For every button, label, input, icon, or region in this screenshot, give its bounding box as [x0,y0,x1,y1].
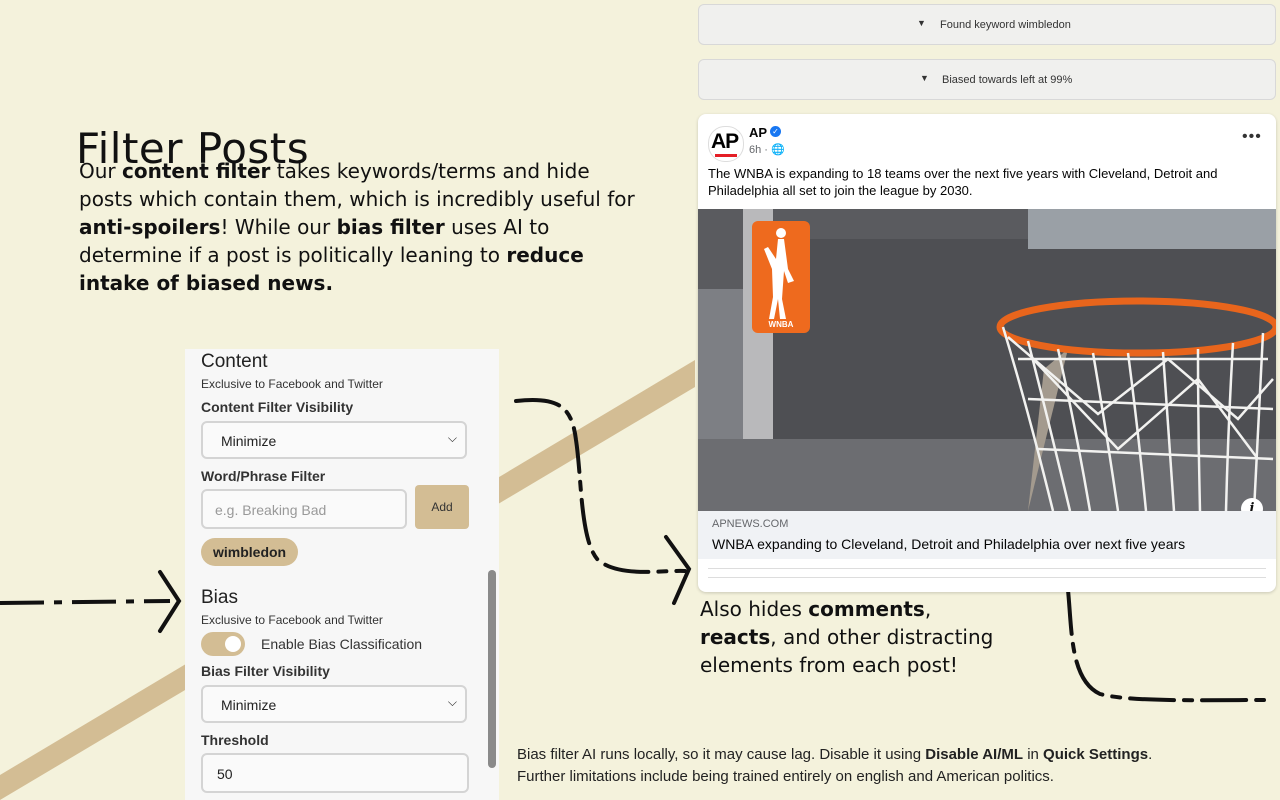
content-section-subtitle: Exclusive to Facebook and Twitter [201,377,383,391]
collapsed-post-bias-text: Biased towards left at 99% [942,74,1073,86]
collapsed-post-keyword-text: Found keyword wimbledon [940,19,1071,31]
wnba-logo-text: WNBA [769,320,794,329]
footer-note: Bias filter AI runs locally, so it may c… [517,746,1153,785]
threshold-value: 50 [217,766,233,782]
post-page-name[interactable]: AP [749,125,767,140]
facebook-post: AP AP ✓ 6h · 🌐 ••• The WNBA is expanding… [698,114,1276,592]
collapsed-post-bias[interactable]: ▼ Biased towards left at 99% [698,59,1276,100]
link-title: WNBA expanding to Cleveland, Detroit and… [712,536,1186,552]
add-keyword-button[interactable]: Add [415,485,469,529]
threshold-input[interactable]: 50 [201,753,469,793]
word-filter-input[interactable]: e.g. Breaking Bad [201,489,407,529]
content-visibility-label: Content Filter Visibility [201,399,354,415]
ap-logo-text: AP [711,130,739,153]
bias-section-title: Bias [201,587,238,608]
link-domain: APNEWS.COM [712,518,789,530]
caret-down-icon: ▼ [920,73,929,83]
arrow-left-dashed [0,599,171,605]
word-filter-label: Word/Phrase Filter [201,468,326,484]
caret-down-icon: ▼ [917,18,926,28]
globe-icon: 🌐 [771,144,785,156]
post-meta: 6h · 🌐 [749,143,785,156]
intro-paragraph: Our content filter takes keywords/terms … [79,159,635,295]
divider [708,577,1266,578]
bias-visibility-label: Bias Filter Visibility [201,663,330,679]
chevron-down-icon: ⌵ [447,695,457,709]
collapsed-post-keyword[interactable]: ▼ Found keyword wimbledon [698,4,1276,45]
link-preview[interactable]: APNEWS.COM WNBA expanding to Cleveland, … [698,511,1276,559]
threshold-label: Threshold [201,732,269,748]
panel-scrollbar[interactable] [488,570,496,768]
post-text: The WNBA is expanding to 18 teams over t… [708,166,1218,198]
keyword-chip[interactable]: wimbledon [201,538,299,566]
more-options-icon[interactable]: ••• [1242,128,1262,146]
also-hides-text: Also hides comments, reacts, and other d… [700,597,994,677]
bias-classification-toggle[interactable] [201,632,245,656]
word-filter-placeholder: e.g. Breaking Bad [215,502,327,518]
bias-visibility-value: Minimize [221,697,277,713]
content-visibility-select[interactable]: Minimize ⌵ [201,421,467,459]
bias-visibility-select[interactable]: Minimize ⌵ [201,685,467,723]
bias-section-subtitle: Exclusive to Facebook and Twitter [201,613,383,627]
post-photo[interactable]: WNBA [698,209,1276,511]
ap-logo-underline [715,154,737,157]
bias-classification-label: Enable Bias Classification [261,636,423,652]
settings-panel: Content Exclusive to Facebook and Twitte… [185,349,499,800]
content-visibility-value: Minimize [221,433,277,449]
toggle-knob [225,636,241,652]
post-time[interactable]: 6h · [749,144,771,156]
divider [708,568,1266,569]
ap-avatar[interactable]: AP [708,126,744,162]
verified-badge-icon: ✓ [770,126,781,137]
content-section-title: Content [201,351,268,372]
chevron-down-icon: ⌵ [447,431,457,445]
arrow-right-dashed [1066,588,1266,703]
